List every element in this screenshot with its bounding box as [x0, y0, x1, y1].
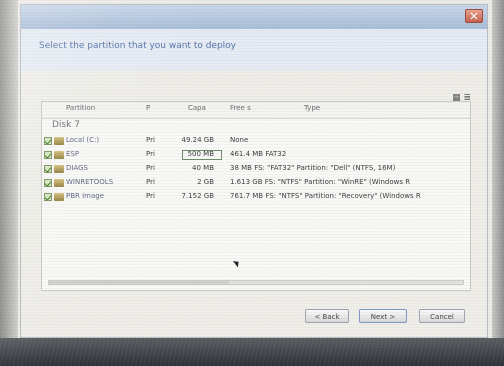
disk-label: Disk 7 — [52, 120, 80, 130]
header-file-system-type: Type — [304, 104, 321, 112]
partition-type: Pri — [146, 164, 155, 172]
drive-icon — [54, 179, 64, 187]
partition-capacity: 40 MB — [192, 164, 214, 172]
partition-capacity: 500 MB — [187, 150, 214, 158]
partition-name: WINRETOOLS — [66, 178, 114, 186]
partition-type: Pri — [146, 150, 155, 158]
partition-name: PBR Image — [66, 192, 105, 200]
partition-type: Pri — [146, 136, 155, 144]
partition-free-space: 461.4 MB FAT32 — [230, 150, 287, 158]
back-button[interactable]: < Back — [305, 309, 349, 323]
next-button[interactable]: Next > — [359, 309, 407, 323]
partition-row-pbr-image[interactable]: PBR Image Pri 7.152 GB 761.7 MB FS: "NTF… — [42, 192, 470, 203]
partition-list: Partition P Capa Free s Type Disk 7 Loca… — [41, 101, 471, 291]
horizontal-scrollbar[interactable] — [48, 280, 464, 285]
checkbox-icon[interactable] — [44, 151, 52, 159]
right-monitor-bezel — [492, 0, 504, 366]
partition-row-winretools[interactable]: WINRETOOLS Pri 2 GB 1.613 GB FS: "NTFS" … — [42, 178, 470, 189]
drive-icon — [54, 165, 64, 173]
partition-free-space: 1.613 GB FS: "NTFS" Partition: "WinRE" (… — [230, 178, 411, 186]
partition-name: Local (C:) — [66, 136, 100, 144]
partition-row-diags[interactable]: DIAGS Pri 40 MB 38 MB FS: "FAT32" Partit… — [42, 164, 470, 175]
cancel-button[interactable]: Cancel — [419, 309, 465, 323]
partition-free-space: 38 MB FS: "FAT32" Partition: "Dell" (NTF… — [230, 164, 396, 172]
checkbox-icon[interactable] — [44, 179, 52, 187]
partition-row-local[interactable]: Local (C:) Pri 49.24 GB None — [42, 136, 470, 147]
partition-capacity: 2 GB — [197, 178, 214, 186]
partition-free-space: None — [230, 136, 249, 144]
close-icon — [470, 12, 478, 20]
header-type: P — [146, 104, 151, 112]
header-partition: Partition — [66, 104, 96, 112]
header-free-space: Free s — [230, 104, 251, 112]
header-capacity: Capa — [188, 104, 206, 112]
checkbox-icon[interactable] — [44, 193, 52, 201]
scrollbar-thumb[interactable] — [49, 281, 229, 284]
instruction-area: Select the partition that you want to de… — [21, 29, 487, 71]
instruction-text: Select the partition that you want to de… — [39, 41, 237, 51]
left-monitor-bezel — [0, 0, 18, 366]
list-header: Partition P Capa Free s Type — [42, 102, 470, 119]
checkbox-icon[interactable] — [44, 137, 52, 145]
partition-name: ESP — [66, 150, 80, 158]
drive-icon — [54, 137, 64, 145]
close-button[interactable] — [465, 9, 483, 23]
checkbox-icon[interactable] — [44, 165, 52, 173]
bottom-monitor-bezel — [0, 338, 504, 366]
dialog-footer: < Back Next > Cancel — [21, 299, 487, 337]
partition-row-esp[interactable]: ESP Pri 500 MB 461.4 MB FAT32 — [42, 150, 470, 161]
drive-icon — [54, 193, 64, 201]
partition-name: DIAGS — [66, 164, 88, 172]
drive-icon — [54, 151, 64, 159]
partition-free-space: 761.7 MB FS: "NTFS" Partition: "Recovery… — [230, 192, 421, 200]
partition-type: Pri — [146, 178, 155, 186]
title-bar — [21, 5, 487, 29]
setup-dialog-window: Select the partition that you want to de… — [20, 4, 488, 338]
partition-capacity: 49.24 GB — [181, 136, 215, 144]
partition-type: Pri — [146, 192, 155, 200]
partition-capacity: 7.152 GB — [181, 192, 215, 200]
